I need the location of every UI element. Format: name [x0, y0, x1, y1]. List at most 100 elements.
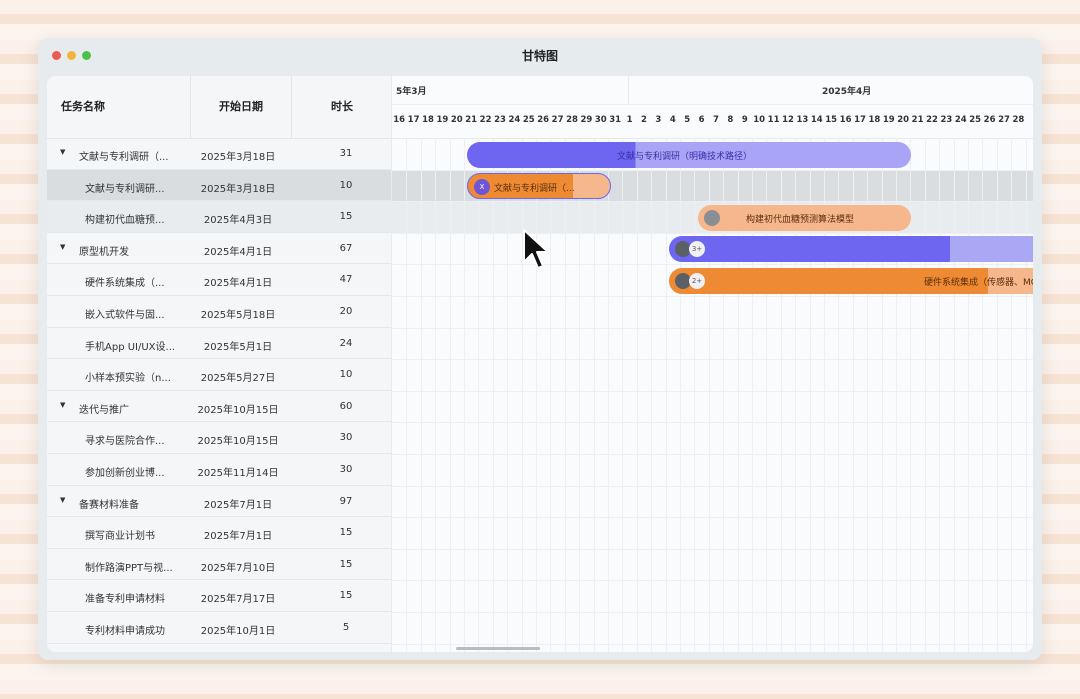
task-row-group[interactable]: ▼ 文献与专利调研（... 2025年3月18日 31: [47, 138, 391, 170]
day-label: 18: [868, 115, 881, 125]
grid-line: [392, 422, 1033, 424]
grid-line: [968, 138, 969, 652]
grid-line: [392, 201, 1033, 203]
collapse-caret-icon[interactable]: ▼: [60, 243, 65, 251]
grid-line: [392, 264, 1033, 266]
task-row[interactable]: 小样本预实验（n... 2025年5月27日 10: [47, 359, 391, 391]
day-label: 2: [641, 115, 647, 125]
more-assignees-badge[interactable]: 2+: [689, 273, 705, 289]
day-label: 4: [669, 115, 676, 125]
task-row[interactable]: 撰写商业计划书 2025年7月1日 15: [47, 517, 391, 549]
task-row[interactable]: 构建初代血糖预... 2025年4月3日 15: [47, 201, 391, 233]
task-row[interactable]: 文献与专利调研... 2025年3月18日 10: [47, 169, 391, 202]
day-label: 20: [897, 115, 910, 125]
task-row[interactable]: 参加创新创业博... 2025年11月14日 30: [47, 454, 391, 486]
collapse-caret-icon[interactable]: ▼: [60, 148, 65, 156]
task-duration: 20: [339, 305, 353, 317]
task-row[interactable]: 准备专利申请材料 2025年7月17日 15: [47, 580, 391, 612]
day-label: 7: [713, 115, 719, 125]
task-row[interactable]: 制作路演PPT与视... 2025年7月10日 15: [47, 549, 391, 581]
day-label: 22: [926, 115, 938, 125]
day-label: 10: [753, 115, 766, 125]
grid-line: [392, 359, 1033, 361]
grid-line: [449, 138, 451, 652]
grid-line: [392, 612, 1033, 613]
grid-line: [392, 643, 1033, 645]
month-label: 2025年4月: [822, 87, 872, 97]
day-label: 9: [741, 115, 748, 125]
grid-line: [651, 138, 653, 652]
header-start-date[interactable]: 开始日期: [219, 98, 263, 114]
task-start: 2025年10月15日: [197, 404, 279, 416]
month-label: 5年3月: [396, 87, 427, 97]
day-label: 23: [494, 115, 506, 125]
timeline-day-header: 16 17 18 19 20 21 22 23 24 25 26 27 28 29 30 31 1 2 3 4 5 6 7 8…: [392, 105, 1033, 139]
grid-line: [507, 138, 509, 652]
task-start: 2025年7月10日: [200, 562, 276, 574]
header-duration[interactable]: 时长: [331, 98, 353, 114]
gantt-bar-group[interactable]: 文献与专利调研（明确技术路径）: [467, 142, 911, 168]
assignee-avatar[interactable]: X: [474, 179, 490, 195]
grid-line: [392, 454, 1033, 455]
mouse-pointer-icon: [523, 229, 549, 269]
day-label: 27: [551, 115, 564, 125]
day-label: 16: [393, 115, 406, 125]
gantt-bar[interactable]: 构建初代血糖预测算法模型: [698, 205, 911, 231]
grid-line: [694, 138, 696, 652]
task-start: 2025年7月1日: [203, 531, 273, 543]
day-label: 29: [580, 115, 593, 125]
task-start: 2025年5月1日: [203, 341, 273, 353]
day-label: 20: [450, 115, 463, 125]
collapse-caret-icon[interactable]: ▼: [60, 496, 65, 504]
table-header: 任务名称 开始日期 时长: [47, 76, 391, 139]
column-divider[interactable]: [291, 76, 292, 138]
day-label: 28: [566, 115, 578, 125]
task-row[interactable]: 嵌入式软件与固... 2025年5月18日 20: [47, 296, 391, 328]
grid-line: [420, 138, 422, 652]
timeline-month-header: 5年3月 2025年4月: [392, 76, 1033, 105]
more-assignees-badge[interactable]: 3+: [689, 241, 705, 257]
task-row[interactable]: 寻求与医院合作... 2025年10月15日 30: [47, 422, 391, 454]
day-label: 27: [998, 115, 1010, 125]
task-row[interactable]: 手机App UI/UX设... 2025年5月1日 24: [47, 328, 391, 360]
collapse-caret-icon[interactable]: ▼: [60, 401, 65, 409]
bar-label: 文献与专利调研（...: [494, 184, 575, 194]
day-label: 26: [983, 115, 996, 125]
gantt-timeline[interactable]: 5年3月 2025年4月 16 17 18 19 20 21 22 23 24 25 26 27 28 2…: [392, 76, 1033, 652]
task-row-group[interactable]: ▼ 迭代与推广 2025年10月15日 60: [47, 391, 391, 423]
grid-line: [435, 138, 437, 652]
day-label: 22: [479, 115, 492, 125]
task-rows: ▼ 文献与专利调研（... 2025年3月18日 31 文献与专利调研... 2…: [47, 138, 391, 644]
horizontal-scrollbar[interactable]: [456, 647, 540, 650]
task-duration: 15: [339, 211, 353, 223]
gantt-bar-group[interactable]: 3+: [669, 236, 1033, 262]
task-row[interactable]: 专利材料申请成功 2025年10月1日 5: [47, 612, 391, 644]
task-row-group[interactable]: ▼ 原型机开发 2025年4月1日 67: [47, 233, 391, 265]
task-row-group[interactable]: ▼ 备赛材料准备 2025年7月1日 97: [47, 486, 391, 518]
grid-line: [982, 138, 984, 652]
day-label: 15: [825, 115, 838, 125]
grid-line: [579, 138, 581, 652]
assignee-avatar[interactable]: [704, 210, 720, 226]
task-start: 2025年11月14日: [197, 467, 279, 479]
header-task-name[interactable]: 任务名称: [61, 98, 105, 114]
day-label: 18: [422, 115, 434, 125]
task-duration: 97: [339, 495, 353, 507]
gantt-bar-selected[interactable]: X 文献与专利调研（...: [467, 173, 611, 199]
title-bar: 甘特图: [38, 38, 1042, 72]
gantt-bar[interactable]: 2+ 硬件系统集成（传感器、MCU、蓝牙: [669, 268, 1033, 294]
task-duration: 67: [339, 242, 353, 254]
task-start: 2025年7月1日: [203, 499, 273, 511]
grid-line: [665, 138, 667, 652]
grid-line: [622, 138, 624, 652]
task-duration: 47: [339, 274, 353, 286]
window-title: 甘特图: [521, 49, 558, 63]
grid-line: [406, 138, 408, 652]
task-duration: 24: [339, 337, 353, 349]
task-row[interactable]: 硬件系统集成（... 2025年4月1日 47: [47, 264, 391, 296]
day-label: 19: [436, 115, 449, 125]
task-table: 任务名称 开始日期 时长 ▼ 文献与专利调研（... 2025年3月18日 31…: [47, 76, 391, 652]
column-divider[interactable]: [190, 76, 191, 138]
task-duration: 60: [339, 400, 353, 412]
grid-line: [1025, 138, 1027, 652]
